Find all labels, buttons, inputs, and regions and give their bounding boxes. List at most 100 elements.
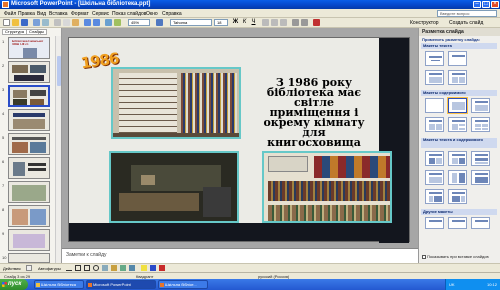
rectangle-icon[interactable] bbox=[84, 265, 90, 271]
paste-icon[interactable] bbox=[72, 19, 79, 26]
layout-four-content[interactable] bbox=[471, 117, 490, 132]
italic-icon[interactable]: К bbox=[241, 19, 248, 26]
slide-thumb[interactable]: 7 bbox=[0, 181, 62, 205]
table-icon[interactable] bbox=[114, 19, 121, 26]
layout-title-content[interactable] bbox=[471, 98, 490, 113]
align-right-icon[interactable] bbox=[280, 19, 287, 26]
menu-edit[interactable]: Правка bbox=[18, 11, 35, 17]
layout-text-content-h[interactable] bbox=[448, 189, 467, 204]
slide-thumb[interactable]: 1 Бібліотека Ізюмської ЗОШ І-ІІІ ст. bbox=[0, 37, 62, 61]
tab-slides[interactable]: Слайды bbox=[26, 29, 47, 35]
font-color-icon[interactable] bbox=[313, 19, 320, 26]
menu-file[interactable]: Файл bbox=[4, 11, 16, 17]
zoom-select[interactable]: 45% bbox=[128, 19, 150, 26]
layout-two-content[interactable] bbox=[425, 117, 444, 132]
layout-other-a[interactable] bbox=[425, 217, 444, 229]
slide-thumb[interactable]: 3 bbox=[0, 85, 62, 109]
slides-scrollbar[interactable] bbox=[55, 36, 61, 263]
redo-icon[interactable] bbox=[93, 19, 100, 26]
menu-slideshow[interactable]: Показ слайдов bbox=[112, 11, 146, 17]
slide-thumb[interactable]: 10 bbox=[0, 253, 62, 263]
taskbar-item-active[interactable]: Microsoft PowerPoint bbox=[86, 280, 156, 289]
bold-icon[interactable]: Ж bbox=[232, 19, 239, 26]
menu-window[interactable]: Окно bbox=[146, 11, 158, 17]
menu-insert[interactable]: Вставка bbox=[49, 11, 68, 17]
language-indicator[interactable]: UK bbox=[449, 282, 455, 287]
wordart-icon[interactable] bbox=[111, 265, 117, 271]
new-slide-button[interactable]: Создать слайд bbox=[449, 20, 483, 26]
layout-other-c[interactable] bbox=[471, 217, 490, 229]
clock[interactable]: 10:12 bbox=[487, 282, 497, 287]
font-size-select[interactable]: 18 bbox=[214, 19, 228, 26]
preview-icon[interactable] bbox=[42, 19, 49, 26]
align-center-icon[interactable] bbox=[271, 19, 278, 26]
numbering-icon[interactable] bbox=[301, 19, 308, 26]
slide-canvas[interactable]: 1986 З 1986 року бібліотека має світле п… bbox=[68, 37, 410, 243]
layout-title-text[interactable] bbox=[425, 70, 444, 85]
undo-icon[interactable] bbox=[84, 19, 91, 26]
layout-two-columns[interactable] bbox=[448, 70, 467, 85]
new-icon[interactable] bbox=[3, 19, 10, 26]
section-other-layouts[interactable]: Другие макеты bbox=[421, 209, 497, 215]
layout-other-b[interactable] bbox=[448, 217, 467, 229]
slide-thumb[interactable]: 6 bbox=[0, 157, 62, 181]
maximize-icon[interactable]: □ bbox=[482, 1, 490, 8]
menu-tools[interactable]: Сервис bbox=[92, 11, 109, 17]
cut-icon[interactable] bbox=[54, 19, 61, 26]
oval-icon[interactable] bbox=[93, 265, 99, 271]
slide-thumb[interactable]: 9 bbox=[0, 229, 62, 253]
save-icon[interactable] bbox=[21, 19, 28, 26]
photo-reading-table[interactable] bbox=[109, 151, 239, 223]
clipart-icon[interactable] bbox=[120, 265, 126, 271]
layout-content[interactable] bbox=[447, 97, 468, 114]
menu-view[interactable]: Вид bbox=[37, 11, 46, 17]
start-button[interactable]: пуск bbox=[0, 279, 28, 290]
help-search-input[interactable]: Введите вопрос bbox=[437, 10, 497, 17]
layout-text-content-b[interactable] bbox=[448, 151, 467, 166]
powerpoint-app-icon[interactable] bbox=[2, 1, 9, 8]
menu-help[interactable]: Справка bbox=[162, 11, 182, 17]
layout-title-only[interactable] bbox=[448, 51, 467, 66]
tab-outline[interactable]: Структура bbox=[2, 29, 27, 35]
layout-text-content-d[interactable] bbox=[425, 170, 444, 185]
line-icon[interactable] bbox=[66, 265, 72, 271]
layout-text-content-c[interactable] bbox=[471, 151, 490, 166]
section-text-layouts[interactable]: Макеты текста bbox=[421, 43, 497, 49]
layout-text-content-f[interactable] bbox=[471, 170, 490, 185]
layout-blank[interactable] bbox=[425, 98, 444, 113]
notes-pane[interactable]: Заметки к слайду bbox=[62, 248, 418, 263]
font-select[interactable]: Tahoma bbox=[170, 19, 212, 26]
taskbar-item[interactable]: Шкільна бібліот... bbox=[158, 280, 208, 289]
section-text-content-layouts[interactable]: Макеты текста и содержимого bbox=[421, 138, 497, 148]
slide-thumb[interactable]: 8 bbox=[0, 205, 62, 229]
chart-icon[interactable] bbox=[105, 19, 112, 26]
close-icon[interactable]: × bbox=[491, 1, 499, 8]
arrow-icon[interactable] bbox=[75, 265, 81, 271]
menu-format[interactable]: Формат bbox=[71, 11, 89, 17]
section-content-layouts[interactable]: Макеты содержимого bbox=[421, 90, 497, 96]
slide-heading[interactable]: З 1986 року бібліотека має світле приміщ… bbox=[244, 77, 384, 148]
open-icon[interactable] bbox=[12, 19, 19, 26]
actions-menu[interactable]: Действия bbox=[3, 266, 21, 271]
taskbar-item[interactable]: Шкільна бібліотека bbox=[34, 280, 84, 289]
align-left-icon[interactable] bbox=[262, 19, 269, 26]
slide-thumb[interactable]: 5 bbox=[0, 133, 62, 157]
slide-thumb[interactable]: 4 bbox=[0, 109, 62, 133]
show-on-insert-checkbox[interactable]: Показывать при вставке слайдов bbox=[422, 254, 489, 259]
photo-library-shelves[interactable] bbox=[262, 151, 392, 223]
layout-title-slide[interactable] bbox=[425, 51, 444, 66]
font-color-draw-icon[interactable] bbox=[159, 265, 165, 271]
photo-bookshelves[interactable] bbox=[111, 67, 241, 139]
fill-color-icon[interactable] bbox=[141, 265, 147, 271]
picture-icon[interactable] bbox=[129, 265, 135, 271]
slide-thumb[interactable]: 2 bbox=[0, 61, 62, 85]
constructor-button[interactable]: Конструктор bbox=[410, 20, 439, 26]
layout-content-and-two[interactable] bbox=[448, 117, 467, 132]
textbox-icon[interactable] bbox=[102, 265, 108, 271]
help-icon[interactable] bbox=[156, 19, 163, 26]
layout-text-content-a[interactable] bbox=[425, 151, 444, 166]
print-icon[interactable] bbox=[33, 19, 40, 26]
pointer-icon[interactable] bbox=[26, 265, 32, 271]
line-color-icon[interactable] bbox=[150, 265, 156, 271]
minimize-icon[interactable]: – bbox=[473, 1, 481, 8]
